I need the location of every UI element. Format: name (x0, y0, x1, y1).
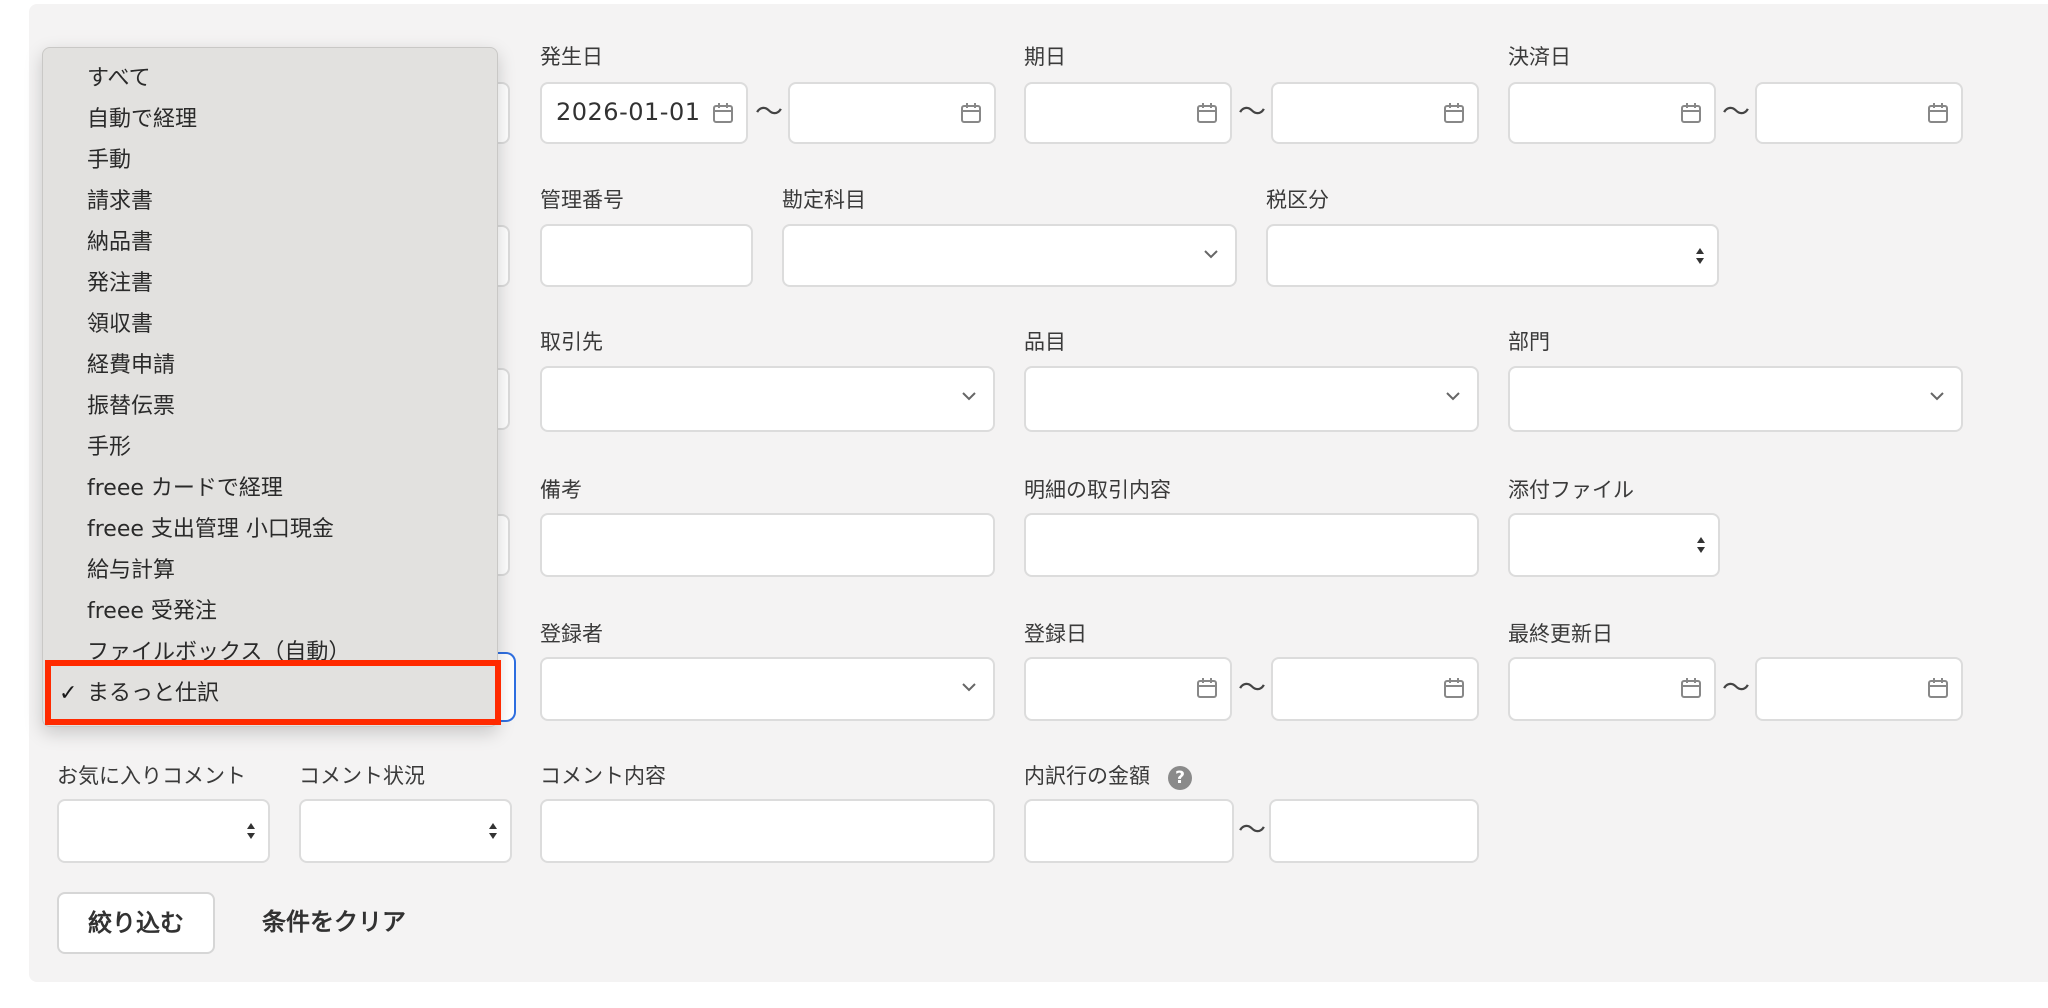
chevron-down-icon (962, 392, 976, 401)
kanri-input[interactable] (540, 224, 753, 287)
calendar-icon[interactable] (1443, 677, 1465, 699)
kanjou-label: 勘定科目 (782, 188, 866, 212)
chevron-down-icon (1446, 392, 1460, 401)
okiniiri-select[interactable] (57, 799, 270, 863)
biko-label: 備考 (540, 478, 582, 502)
comment-status-label: コメント状況 (299, 764, 425, 788)
range-tilde: 〜 (755, 95, 784, 128)
dropdown-option[interactable]: freee 受発注 (87, 598, 217, 626)
updown-arrows-icon (489, 823, 497, 839)
hinmoku-select[interactable] (1024, 366, 1479, 432)
chevron-down-icon (1930, 392, 1944, 401)
hassei-from-value: 2026-01-01 (556, 98, 701, 126)
kijitsu-from-input[interactable] (1024, 82, 1232, 144)
zei-select[interactable] (1266, 224, 1719, 287)
dropdown-option[interactable]: 手動 (87, 147, 131, 175)
tenpu-label: 添付ファイル (1508, 478, 1634, 502)
updown-arrows-icon (247, 823, 255, 839)
comment-status-select[interactable] (299, 799, 512, 863)
tourokubi-from-input[interactable] (1024, 657, 1232, 721)
zei-label: 税区分 (1266, 188, 1329, 212)
dropdown-option[interactable]: 経費申請 (87, 352, 175, 380)
calendar-icon[interactable] (712, 102, 734, 124)
kessai-to-input[interactable] (1755, 82, 1963, 144)
kijitsu-to-input[interactable] (1271, 82, 1479, 144)
calendar-icon[interactable] (1443, 102, 1465, 124)
koushin-label: 最終更新日 (1508, 622, 1613, 646)
comment-body-label: コメント内容 (540, 764, 666, 788)
kessai-from-input[interactable] (1508, 82, 1716, 144)
calendar-icon[interactable] (1196, 677, 1218, 699)
chevron-down-icon (962, 683, 976, 692)
dropdown-option[interactable]: 給与計算 (87, 557, 175, 585)
kanjou-select[interactable] (782, 224, 1237, 287)
comment-body-input[interactable] (540, 799, 995, 863)
hassei-label: 発生日 (540, 45, 603, 69)
uchiwake-label: 内訳行の金額 (1024, 764, 1150, 788)
dropdown-option[interactable]: freee カードで経理 (87, 475, 283, 503)
updown-arrows-icon (1696, 248, 1704, 264)
tenpu-select[interactable] (1508, 513, 1720, 577)
dropdown-option[interactable]: freee 支出管理 小口現金 (87, 516, 334, 544)
koushin-from-input[interactable] (1508, 657, 1716, 721)
calendar-icon[interactable] (1927, 677, 1949, 699)
torihiki-select[interactable] (540, 366, 995, 432)
range-tilde: 〜 (1238, 813, 1267, 846)
range-tilde: 〜 (1238, 95, 1267, 128)
koushin-to-input[interactable] (1755, 657, 1963, 721)
tourokubi-to-input[interactable] (1271, 657, 1479, 721)
bumon-select[interactable] (1508, 366, 1963, 432)
calendar-icon[interactable] (1680, 102, 1702, 124)
bumon-label: 部門 (1508, 330, 1550, 354)
hinmoku-label: 品目 (1024, 330, 1066, 354)
dropdown-option[interactable]: 振替伝票 (87, 393, 175, 421)
range-tilde: 〜 (1722, 671, 1751, 704)
torihiki-label: 取引先 (540, 330, 603, 354)
meisai-label: 明細の取引内容 (1024, 478, 1171, 502)
hassei-to-input[interactable] (788, 82, 996, 144)
calendar-icon[interactable] (1196, 102, 1218, 124)
filter-button[interactable]: 絞り込む (57, 892, 215, 954)
hassei-from-input[interactable]: 2026-01-01 (540, 82, 748, 144)
dropdown-option[interactable]: 発注書 (87, 270, 153, 298)
calendar-icon[interactable] (1927, 102, 1949, 124)
okiniiri-label: お気に入りコメント (57, 764, 246, 788)
kessai-label: 決済日 (1508, 45, 1571, 69)
dropdown-option[interactable]: すべて (87, 65, 151, 93)
dropdown-option[interactable]: 領収書 (87, 311, 153, 339)
help-icon[interactable]: ? (1168, 766, 1192, 790)
tourokusha-select[interactable] (540, 657, 995, 721)
range-tilde: 〜 (1722, 95, 1751, 128)
entry-type-dropdown: すべて 自動で経理 手動 請求書 納品書 発注書 領収書 経費申請 振替伝票 手… (42, 47, 498, 727)
biko-input[interactable] (540, 513, 995, 577)
dropdown-option[interactable]: 請求書 (87, 188, 153, 216)
dropdown-option[interactable]: 自動で経理 (87, 106, 197, 134)
dropdown-option[interactable]: 手形 (87, 434, 131, 462)
chevron-down-icon (1204, 250, 1218, 259)
range-tilde: 〜 (1238, 671, 1267, 704)
uchiwake-min-input[interactable] (1024, 799, 1234, 863)
calendar-icon[interactable] (1680, 677, 1702, 699)
calendar-icon[interactable] (960, 102, 982, 124)
kijitsu-label: 期日 (1024, 45, 1066, 69)
clear-conditions-link[interactable]: 条件をクリア (262, 906, 406, 938)
kanri-label: 管理番号 (540, 188, 624, 212)
uchiwake-max-input[interactable] (1269, 799, 1479, 863)
dropdown-option[interactable]: 納品書 (87, 229, 153, 257)
updown-arrows-icon (1697, 537, 1705, 553)
selected-option-highlight (45, 660, 501, 725)
tourokubi-label: 登録日 (1024, 622, 1087, 646)
tourokusha-label: 登録者 (540, 622, 603, 646)
meisai-input[interactable] (1024, 513, 1479, 577)
